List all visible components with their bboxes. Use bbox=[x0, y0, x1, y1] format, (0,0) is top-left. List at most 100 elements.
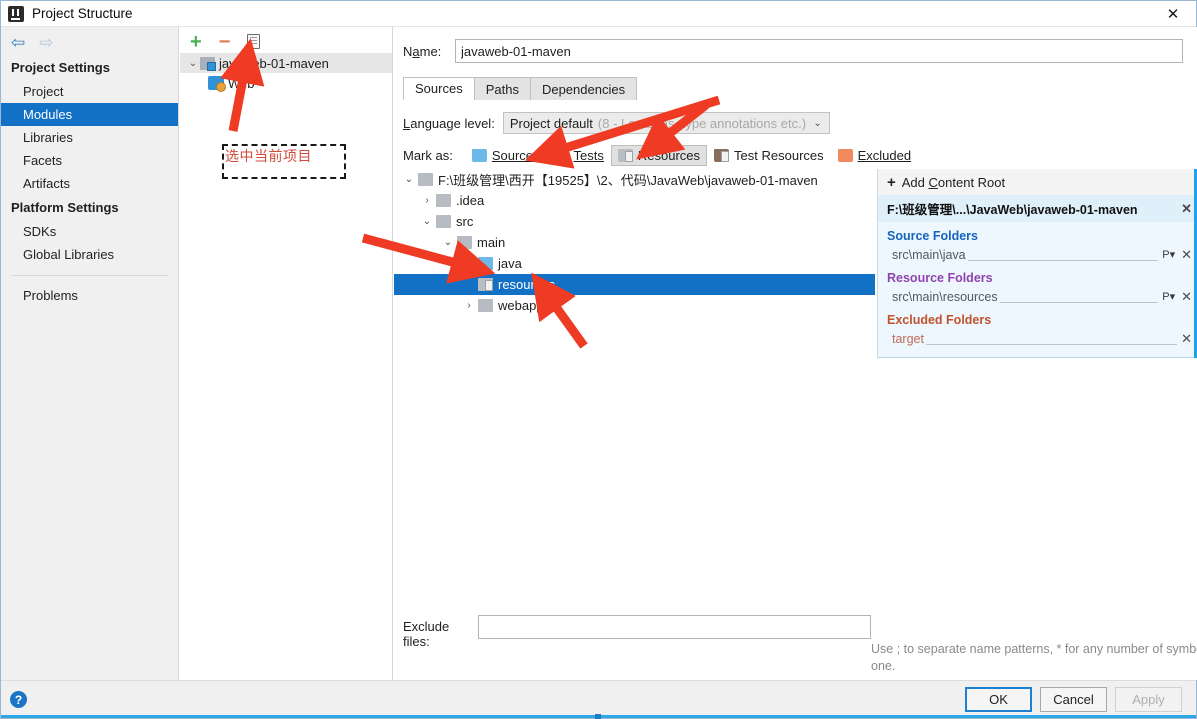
tab-paths[interactable]: Paths bbox=[473, 77, 531, 100]
resource-folder-entry[interactable]: src\main\resources P▾ ✕ bbox=[878, 287, 1197, 306]
annotation-note: 选中当前项目 bbox=[225, 148, 312, 164]
mark-as-test-resources-button[interactable]: Test Resources bbox=[707, 145, 831, 166]
tree-row-src[interactable]: ⌄ src bbox=[400, 211, 874, 232]
folder-icon bbox=[436, 194, 451, 207]
accent-tick bbox=[595, 714, 601, 719]
module-name-label: Name: bbox=[403, 43, 442, 59]
resource-folders-heading: Resource Folders bbox=[887, 271, 993, 285]
mark-as-sources-button[interactable]: Sources bbox=[465, 145, 547, 166]
content-root-path-row: F:\班级管理\...\JavaWeb\javaweb-01-maven ✕ bbox=[878, 195, 1197, 222]
tab-dependencies[interactable]: Dependencies bbox=[529, 77, 638, 100]
folder-icon bbox=[436, 215, 451, 228]
add-module-icon[interactable]: + bbox=[190, 32, 202, 52]
title-bar: Project Structure ✕ bbox=[1, 1, 1196, 27]
facet-label: Web bbox=[228, 75, 255, 91]
back-icon[interactable]: ⇦ bbox=[11, 34, 25, 51]
remove-excluded-folder-icon[interactable]: ✕ bbox=[1181, 331, 1192, 347]
sidebar-item-facets[interactable]: Facets bbox=[1, 149, 178, 172]
mark-as-resources-label: Resources bbox=[637, 148, 701, 163]
intellij-idea-icon bbox=[8, 5, 24, 22]
package-prefix-icon[interactable]: P▾ bbox=[1162, 290, 1175, 303]
sidebar-item-artifacts[interactable]: Artifacts bbox=[1, 172, 178, 195]
window-bottom-accent bbox=[1, 714, 1196, 719]
mark-as-resources-button[interactable]: Resources bbox=[610, 145, 708, 166]
mark-as-tests-button[interactable]: Tests bbox=[547, 145, 611, 166]
source-folders-heading: Source Folders bbox=[887, 229, 978, 243]
content-roots-panel: + Add Content Root F:\班级管理\...\JavaWeb\j… bbox=[877, 169, 1197, 358]
tree-row-java[interactable]: java bbox=[400, 253, 874, 274]
remove-content-root-icon[interactable]: ✕ bbox=[1181, 201, 1192, 217]
editor-tabs: Sources Paths Dependencies bbox=[394, 76, 1197, 100]
chevron-down-icon[interactable]: ⌄ bbox=[439, 237, 457, 248]
tab-sources[interactable]: Sources bbox=[403, 77, 475, 100]
tests-folder-icon bbox=[553, 149, 569, 162]
nav-history-toolbar: ⇦ ⇨ bbox=[1, 29, 178, 55]
cancel-button[interactable]: Cancel bbox=[1040, 687, 1107, 712]
excluded-folders-heading: Excluded Folders bbox=[887, 313, 992, 327]
window-title: Project Structure bbox=[32, 6, 133, 21]
tree-row-webapp[interactable]: › webapp bbox=[400, 295, 874, 316]
close-icon[interactable]: ✕ bbox=[1150, 1, 1196, 27]
language-level-hint: (8 - Lambdas, type annotations etc.) bbox=[597, 115, 807, 131]
entry-rule bbox=[925, 344, 1178, 345]
sidebar-item-project[interactable]: Project bbox=[1, 80, 178, 103]
modules-list-panel: + − ⌄ javaweb-01-maven Web bbox=[180, 27, 393, 680]
mark-as-tests-label: Tests bbox=[573, 148, 604, 163]
package-prefix-icon[interactable]: P▾ bbox=[1162, 248, 1175, 261]
resources-folder-icon bbox=[617, 149, 633, 162]
module-label: javaweb-01-maven bbox=[219, 55, 329, 71]
tree-row-idea[interactable]: › .idea bbox=[400, 190, 874, 211]
add-content-root-button[interactable]: + Add Content Root bbox=[878, 169, 1197, 195]
module-tree-row[interactable]: Web bbox=[180, 73, 392, 93]
sidebar-item-sdks[interactable]: SDKs bbox=[1, 220, 178, 243]
resource-folder-path: src\main\resources bbox=[892, 289, 998, 304]
mark-as-excluded-button[interactable]: Excluded bbox=[831, 145, 918, 166]
module-name-input[interactable] bbox=[455, 39, 1183, 63]
source-folder-path: src\main\java bbox=[892, 247, 966, 262]
content-root-file-tree: ⌄ F:\班级管理\西开【19525】\2、代码\JavaWeb\javaweb… bbox=[394, 169, 875, 619]
sources-folder-icon bbox=[471, 149, 487, 162]
entry-rule bbox=[999, 302, 1159, 303]
chevron-down-icon[interactable]: ⌄ bbox=[186, 58, 200, 69]
tree-row-main[interactable]: ⌄ main bbox=[400, 232, 874, 253]
mark-as-sources-label: Sources bbox=[491, 148, 540, 163]
tree-row-label: .idea bbox=[456, 193, 485, 208]
excluded-folder-path: target bbox=[892, 331, 924, 346]
language-level-label: Language level: bbox=[403, 115, 495, 131]
content-root-path: F:\班级管理\...\JavaWeb\javaweb-01-maven bbox=[887, 203, 1138, 217]
forward-icon[interactable]: ⇨ bbox=[39, 34, 53, 51]
remove-resource-folder-icon[interactable]: ✕ bbox=[1181, 289, 1192, 305]
add-content-root-label: Add Content Root bbox=[901, 174, 1006, 190]
excluded-folder-icon bbox=[837, 149, 853, 162]
footer-buttons: OK Cancel Apply bbox=[965, 687, 1196, 712]
sidebar-section-project-settings: Project Settings bbox=[11, 60, 110, 75]
language-level-select[interactable]: Project default (8 - Lambdas, type annot… bbox=[502, 112, 830, 134]
chevron-down-icon[interactable]: ⌄ bbox=[813, 118, 821, 129]
apply-button: Apply bbox=[1115, 687, 1182, 712]
chevron-right-icon[interactable]: › bbox=[460, 300, 478, 311]
sidebar-item-global-libraries[interactable]: Global Libraries bbox=[1, 243, 178, 266]
tree-row-label: resources bbox=[498, 277, 556, 292]
mark-as-row: Mark as: Sources Tests Resources Test Re… bbox=[394, 134, 1197, 166]
excluded-folder-entry[interactable]: target ✕ bbox=[878, 329, 1197, 348]
sidebar-item-libraries[interactable]: Libraries bbox=[1, 126, 178, 149]
chevron-right-icon[interactable]: › bbox=[418, 195, 436, 206]
chevron-down-icon[interactable]: ⌄ bbox=[400, 174, 418, 185]
tree-row-resources[interactable]: resources bbox=[394, 274, 875, 295]
sidebar-item-problems[interactable]: Problems bbox=[1, 284, 178, 307]
copy-module-icon[interactable] bbox=[247, 34, 261, 49]
module-tree-row[interactable]: ⌄ javaweb-01-maven bbox=[180, 53, 392, 73]
remove-module-icon[interactable]: − bbox=[219, 32, 231, 52]
module-icon bbox=[200, 56, 216, 71]
web-facet-icon bbox=[208, 76, 226, 92]
exclude-files-input[interactable] bbox=[478, 615, 871, 639]
source-folder-entry[interactable]: src\main\java P▾ ✕ bbox=[878, 245, 1197, 264]
ok-button[interactable]: OK bbox=[965, 687, 1032, 712]
tree-row-content-root[interactable]: ⌄ F:\班级管理\西开【19525】\2、代码\JavaWeb\javaweb… bbox=[400, 169, 874, 190]
chevron-down-icon[interactable]: ⌄ bbox=[418, 216, 436, 227]
settings-sidebar: ⇦ ⇨ Project Settings Project Modules Lib… bbox=[1, 27, 179, 680]
language-level-row: Language level: Project default (8 - Lam… bbox=[394, 100, 1197, 134]
remove-source-folder-icon[interactable]: ✕ bbox=[1181, 247, 1192, 263]
sidebar-item-modules[interactable]: Modules bbox=[1, 103, 178, 126]
help-icon[interactable]: ? bbox=[10, 691, 27, 708]
